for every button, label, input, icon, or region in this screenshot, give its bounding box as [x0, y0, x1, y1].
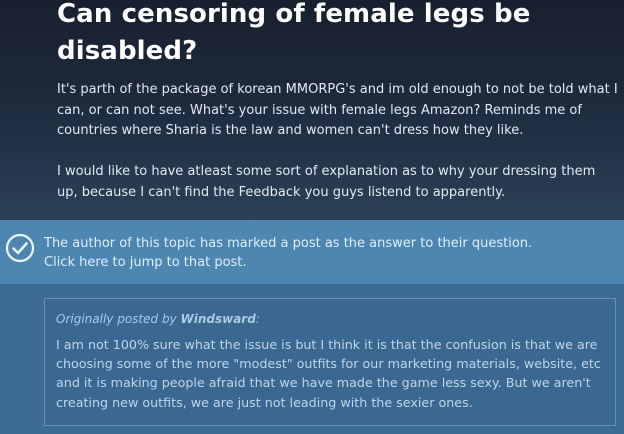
topic-header: Can censoring of female legs be disabled… [0, 0, 624, 221]
answer-banner-text[interactable]: The author of this topic has marked a po… [44, 234, 614, 272]
topic-title: Can censoring of female legs be disabled… [57, 0, 531, 66]
quote-author-name: Windsward [180, 312, 256, 326]
topic-body: It's parth of the package of korean MMOR… [57, 80, 619, 203]
jump-to-answer-link[interactable]: Click here to jump to that post. [44, 253, 614, 272]
answer-notice-text: The author of this topic has marked a po… [44, 236, 533, 251]
check-circle-icon [5, 233, 35, 263]
quote-attribution: Originally posted by Windsward: [56, 310, 260, 328]
topic-paragraph: I would like to have atleast some sort o… [57, 164, 596, 200]
quote-prefix: Originally posted by [56, 312, 181, 326]
topic-paragraph: It's parth of the package of korean MMOR… [57, 82, 618, 138]
quote-text: I am not 100% sure what the issue is but… [56, 337, 601, 410]
quote-suffix: : [255, 312, 260, 326]
